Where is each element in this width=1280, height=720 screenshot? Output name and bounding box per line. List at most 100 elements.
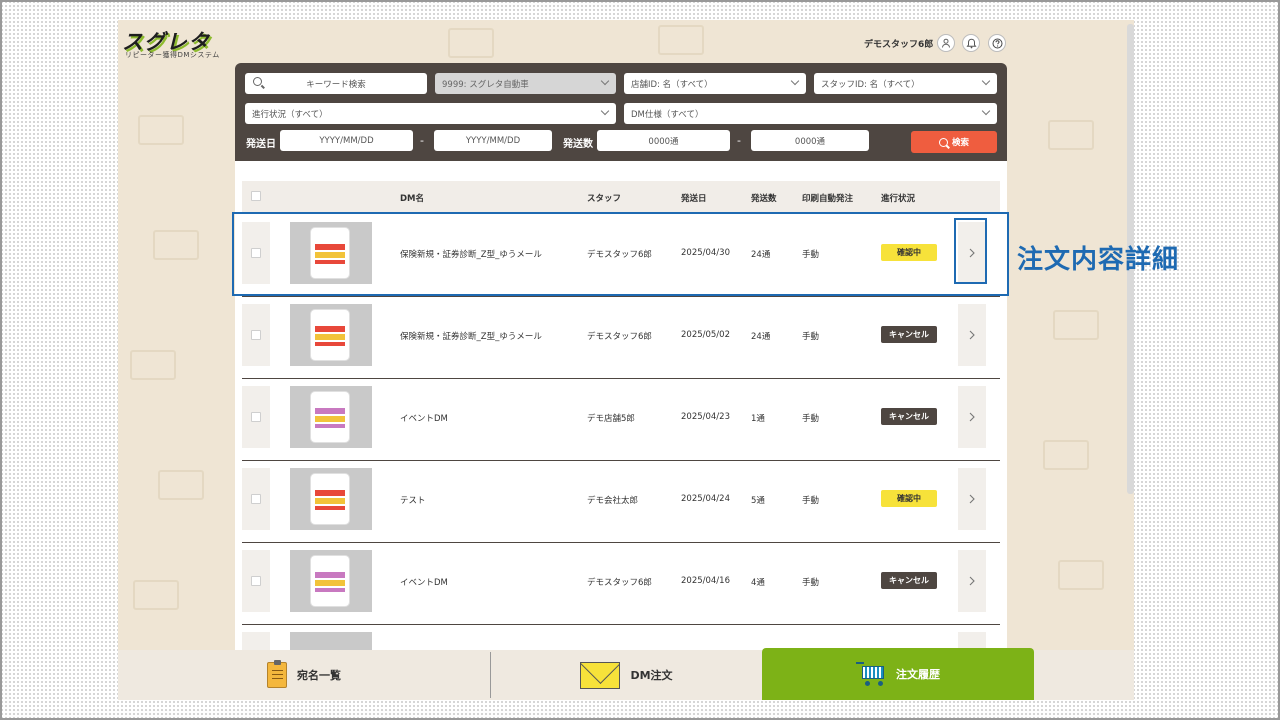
background-envelope-icon	[658, 25, 704, 55]
row-checkbox[interactable]	[251, 412, 261, 422]
row-detail-button[interactable]	[958, 550, 986, 612]
search-button[interactable]: 検索	[911, 131, 997, 153]
row-divider	[242, 378, 1000, 379]
clipboard-icon	[267, 660, 287, 688]
dm-thumbnail-image	[310, 473, 350, 525]
row-divider	[242, 624, 1000, 625]
send-date-from-input[interactable]: YYYY/MM/DD	[280, 130, 413, 151]
column-header-auto-print[interactable]: 印刷自動発注	[802, 192, 853, 204]
dm-thumbnail-image	[310, 309, 350, 361]
row-send-date: 2025/05/02	[681, 330, 730, 340]
background-envelope-icon	[133, 580, 179, 610]
row-send-date: 2025/04/24	[681, 494, 730, 504]
chevron-down-icon	[600, 76, 610, 86]
company-select-value: 9999: スグレタ自動車	[442, 79, 529, 90]
footer-nav-recipient-list[interactable]: 宛名一覧	[118, 650, 490, 700]
row-dm-name: テスト	[400, 496, 426, 506]
company-select: 9999: スグレタ自動車	[435, 73, 616, 94]
search-icon	[938, 137, 948, 147]
send-count-to-placeholder: 0000通	[794, 136, 826, 147]
column-header-progress[interactable]: 進行状況	[881, 192, 915, 204]
background-envelope-icon	[448, 28, 494, 58]
row-checkbox-cell	[242, 632, 270, 650]
footer-nav-label: 宛名一覧	[297, 669, 341, 682]
search-button-label: 検索	[951, 138, 969, 148]
staff-select[interactable]: スタッフID: 名（すべて）	[814, 73, 997, 94]
send-date-label: 発送日	[246, 139, 276, 150]
row-auto-print: 手動	[802, 414, 820, 424]
send-count-label: 発送数	[563, 139, 593, 150]
row-staff: デモ店舗5郎	[587, 414, 635, 424]
dm-thumbnail	[290, 632, 372, 650]
row-checkbox[interactable]	[251, 494, 261, 504]
dm-thumbnail[interactable]	[290, 386, 372, 448]
dm-thumbnail[interactable]	[290, 304, 372, 366]
user-profile-icon[interactable]	[937, 34, 955, 52]
row-detail-button[interactable]	[958, 468, 986, 530]
status-badge: キャンセル	[881, 326, 937, 343]
help-icon[interactable]	[988, 34, 1006, 52]
column-header-send-count[interactable]: 発送数	[751, 192, 777, 204]
column-header-send-date[interactable]: 発送日	[681, 192, 707, 204]
send-date-to-input[interactable]: YYYY/MM/DD	[434, 130, 552, 151]
footer-nav-dm-order[interactable]: DM注文	[491, 650, 762, 700]
background-envelope-icon	[138, 115, 184, 145]
background-envelope-icon	[1048, 120, 1094, 150]
dm-spec-select-value: DM仕様（すべて）	[631, 109, 704, 120]
row-detail-button[interactable]	[958, 304, 986, 366]
background-envelope-icon	[158, 470, 204, 500]
background-envelope-icon	[130, 350, 176, 380]
status-badge: 確認中	[881, 490, 937, 507]
row-checkbox[interactable]	[251, 576, 261, 586]
background-envelope-icon	[1043, 440, 1089, 470]
status-badge: キャンセル	[881, 408, 937, 425]
row-staff: デモ会社太郎	[587, 496, 639, 506]
row-dm-name: イベントDM	[400, 414, 448, 424]
store-select-value: 店舗ID: 名（すべて）	[631, 79, 713, 90]
search-icon	[253, 77, 262, 86]
keyword-search-button[interactable]: キーワード検索	[245, 73, 427, 94]
row-checkbox[interactable]	[251, 330, 261, 340]
background-envelope-icon	[153, 230, 199, 260]
column-header-dm-name[interactable]: DM名	[400, 192, 424, 204]
dm-thumbnail[interactable]	[290, 468, 372, 530]
chevron-down-icon	[790, 76, 800, 86]
dm-thumbnail-image	[310, 555, 350, 607]
row-send-count: 5通	[751, 496, 765, 506]
cart-icon	[856, 661, 886, 687]
row-auto-print: 手動	[802, 332, 820, 342]
send-count-from-input[interactable]: 0000通	[597, 130, 730, 151]
background-envelope-icon	[1058, 560, 1104, 590]
send-count-to-input[interactable]: 0000通	[751, 130, 869, 151]
row-send-date: 2025/04/23	[681, 412, 730, 422]
chevron-right-icon	[969, 412, 975, 422]
row-detail-button[interactable]	[958, 386, 986, 448]
dm-spec-select[interactable]: DM仕様（すべて）	[624, 103, 997, 124]
footer-nav-order-history[interactable]: 注文履歴	[762, 648, 1034, 700]
row-divider	[242, 296, 1000, 297]
chevron-down-icon	[600, 106, 610, 116]
store-select[interactable]: 店舗ID: 名（すべて）	[624, 73, 806, 94]
dm-thumbnail-image	[310, 391, 350, 443]
progress-select[interactable]: 進行状況（すべて）	[245, 103, 616, 124]
send-date-to-placeholder: YYYY/MM/DD	[465, 135, 521, 146]
send-date-from-placeholder: YYYY/MM/DD	[319, 135, 374, 146]
row-send-count: 4通	[751, 578, 765, 588]
chevron-right-icon	[969, 330, 975, 340]
envelope-icon	[580, 661, 621, 689]
column-header-staff[interactable]: スタッフ	[587, 192, 621, 204]
chevron-right-icon	[969, 576, 975, 586]
send-count-from-placeholder: 0000通	[648, 136, 679, 147]
select-all-checkbox[interactable]	[251, 191, 261, 201]
notification-bell-icon[interactable]	[962, 34, 980, 52]
row-dm-name: 保険新規・証券診断_Z型_ゆうメール	[400, 332, 542, 342]
order-detail-callout: 注文内容詳細	[1017, 245, 1180, 275]
staff-select-value: スタッフID: 名（すべて）	[821, 79, 920, 90]
row-auto-print: 手動	[802, 496, 820, 506]
row-divider	[242, 460, 1000, 461]
app-logo-subtitle: リピーター獲得DMシステム	[125, 51, 220, 59]
dm-thumbnail[interactable]	[290, 550, 372, 612]
row-send-date: 2025/04/16	[681, 576, 730, 586]
row-dm-name: イベントDM	[400, 578, 448, 588]
row-divider	[242, 542, 1000, 543]
